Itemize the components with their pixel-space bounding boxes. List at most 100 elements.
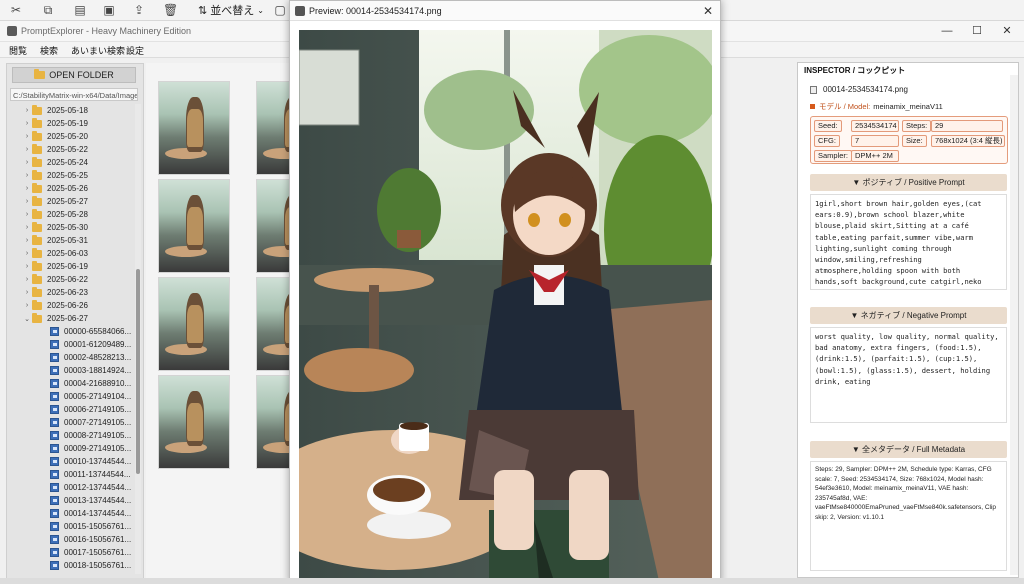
share-icon[interactable]: ⇪	[132, 3, 146, 17]
folder-item[interactable]: › 2025-06-26	[22, 299, 88, 312]
folder-item[interactable]: ⌄ 2025-06-27	[22, 312, 88, 325]
file-item[interactable]: 00009-27149105...	[50, 442, 131, 455]
negative-prompt-header[interactable]: ▼ ネガティブ / Negative Prompt	[810, 307, 1007, 324]
folder-item[interactable]: › 2025-06-19	[22, 260, 88, 273]
file-item[interactable]: 00018-15056761...	[50, 559, 131, 572]
folder-icon	[32, 117, 42, 128]
preview-close-icon[interactable]: ✕	[700, 3, 716, 19]
minimize-icon[interactable]: —	[932, 21, 962, 42]
file-name: 00014-2534534174.png	[823, 85, 908, 94]
file-item[interactable]: 00013-13744544...	[50, 494, 131, 507]
rename-icon[interactable]: ▤	[73, 3, 87, 17]
cut-icon[interactable]: ✂	[9, 3, 23, 17]
file-item[interactable]: 00003-18814924...	[50, 364, 131, 377]
chevron-right-icon[interactable]: ›	[22, 263, 32, 270]
maximize-icon[interactable]: ☐	[962, 21, 992, 42]
folder-item[interactable]: › 2025-05-19	[22, 117, 88, 130]
folder-item[interactable]: › 2025-05-18	[22, 104, 88, 117]
folder-icon	[32, 182, 42, 193]
metadata-text[interactable]: Steps: 29, Sampler: DPM++ 2M, Schedule t…	[810, 461, 1007, 571]
chevron-right-icon[interactable]: ›	[22, 250, 32, 257]
negative-prompt-text[interactable]: worst quality, low quality, normal quali…	[810, 327, 1007, 423]
delete-icon[interactable]: 🗑	[163, 3, 178, 17]
chevron-right-icon[interactable]: ›	[22, 146, 32, 153]
chevron-right-icon[interactable]: ›	[22, 107, 32, 114]
folder-item[interactable]: › 2025-05-25	[22, 169, 88, 182]
folder-item[interactable]: › 2025-06-03	[22, 247, 88, 260]
folder-item[interactable]: › 2025-06-22	[22, 273, 88, 286]
menu-browse[interactable]: 閲覧	[9, 44, 27, 57]
chevron-right-icon[interactable]: ›	[22, 276, 32, 283]
close-icon[interactable]: ✕	[992, 21, 1022, 42]
folder-item[interactable]: › 2025-05-30	[22, 221, 88, 234]
chevron-down-icon[interactable]: ⌄	[22, 315, 32, 323]
folder-item[interactable]: › 2025-05-24	[22, 156, 88, 169]
image-file-icon	[50, 522, 59, 531]
paste-icon[interactable]: ▣	[102, 3, 116, 17]
chevron-right-icon[interactable]: ›	[22, 120, 32, 127]
positive-prompt-text[interactable]: 1girl,short brown hair,golden eyes,(cat …	[810, 194, 1007, 290]
folder-item[interactable]: › 2025-05-31	[22, 234, 88, 247]
chevron-right-icon[interactable]: ›	[22, 224, 32, 231]
file-item[interactable]: 00000-65584066...	[50, 325, 131, 338]
chevron-right-icon[interactable]: ›	[22, 211, 32, 218]
folder-item[interactable]: › 2025-05-27	[22, 195, 88, 208]
chevron-right-icon[interactable]: ›	[22, 159, 32, 166]
copy-icon[interactable]: ⧉	[41, 3, 55, 17]
folder-item[interactable]: › 2025-05-22	[22, 143, 88, 156]
file-item[interactable]: 00016-15056761...	[50, 533, 131, 546]
inspector-scrollbar[interactable]	[1010, 75, 1018, 575]
folder-label: 2025-05-28	[47, 210, 88, 219]
image-thumbnail[interactable]	[158, 375, 230, 469]
folder-item[interactable]: › 2025-05-28	[22, 208, 88, 221]
chevron-right-icon[interactable]: ›	[22, 198, 32, 205]
file-item[interactable]: 00012-13744544...	[50, 481, 131, 494]
metadata-header[interactable]: ▼ 全メタデータ / Full Metadata	[810, 441, 1007, 458]
folder-item[interactable]: › 2025-06-23	[22, 286, 88, 299]
file-item[interactable]: 00004-21688910...	[50, 377, 131, 390]
chevron-right-icon[interactable]: ›	[22, 289, 32, 296]
image-file-icon	[50, 535, 59, 544]
positive-prompt-header[interactable]: ▼ ポジティブ / Positive Prompt	[810, 174, 1007, 191]
folder-item[interactable]: › 2025-05-20	[22, 130, 88, 143]
file-item[interactable]: 00015-15056761...	[50, 520, 131, 533]
file-item[interactable]: 00010-13744544...	[50, 455, 131, 468]
chevron-right-icon[interactable]: ›	[22, 237, 32, 244]
chevron-right-icon[interactable]: ›	[22, 133, 32, 140]
file-item[interactable]: 00011-13744544...	[50, 468, 131, 481]
chevron-right-icon[interactable]: ›	[22, 172, 32, 179]
menu-search[interactable]: 検索	[40, 44, 58, 57]
seed-label: Seed:	[814, 120, 842, 132]
open-folder-button[interactable]: OPEN FOLDER	[12, 67, 136, 83]
file-item[interactable]: 00008-27149105...	[50, 429, 131, 442]
file-item[interactable]: 00001-61209489...	[50, 338, 131, 351]
chevron-right-icon[interactable]: ›	[22, 302, 32, 309]
folder-label: 2025-05-31	[47, 236, 88, 245]
chevron-right-icon[interactable]: ›	[22, 185, 32, 192]
sampler-label: Sampler:	[814, 150, 853, 162]
view-icon[interactable]: ▢	[273, 3, 287, 17]
file-item[interactable]: 00019-15056761...	[50, 572, 131, 574]
model-label: モデル / Model:	[819, 102, 871, 111]
file-item[interactable]: 00007-27149105...	[50, 416, 131, 429]
file-item[interactable]: 00017-15056761...	[50, 546, 131, 559]
image-file-icon	[50, 548, 59, 557]
image-thumbnail[interactable]	[158, 179, 230, 273]
sort-button[interactable]: ⇅ 並べ替え ⌄	[198, 2, 264, 18]
folder-label: 2025-05-19	[47, 119, 88, 128]
image-file-icon	[50, 509, 59, 518]
menu-settings[interactable]: 設定	[126, 44, 144, 57]
file-item[interactable]: 00002-48528213...	[50, 351, 131, 364]
tree-scrollbar-thumb[interactable]	[136, 269, 140, 474]
folder-item[interactable]: › 2025-05-26	[22, 182, 88, 195]
file-item[interactable]: 00006-27149105...	[50, 403, 131, 416]
menu-fuzzy-search[interactable]: あいまい検索	[71, 44, 125, 57]
file-label: 00013-13744544...	[64, 496, 132, 505]
folder-label: 2025-05-20	[47, 132, 88, 141]
file-label: 00004-21688910...	[64, 379, 132, 388]
folder-icon	[32, 286, 42, 297]
file-item[interactable]: 00014-13744544...	[50, 507, 131, 520]
image-thumbnail[interactable]	[158, 277, 230, 371]
file-item[interactable]: 00005-27149104...	[50, 390, 131, 403]
image-thumbnail[interactable]	[158, 81, 230, 175]
